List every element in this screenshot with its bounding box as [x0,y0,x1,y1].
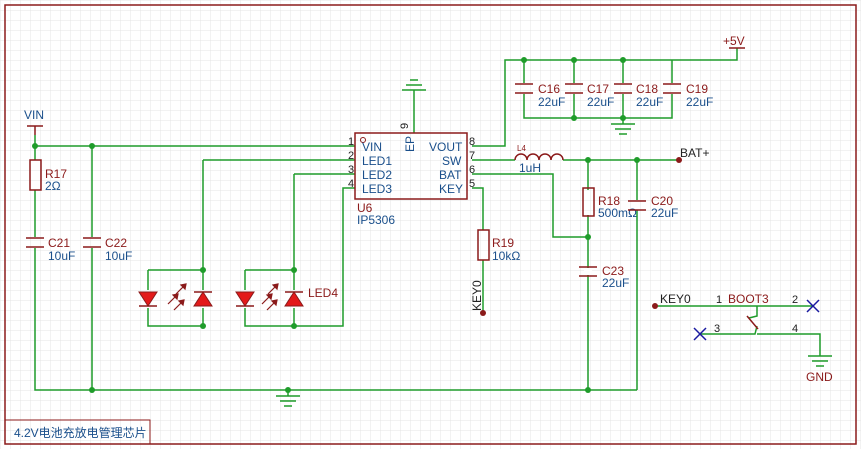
c16-ref: C16 [538,82,560,96]
pin-number: 7 [469,150,475,162]
pin-name: VIN [362,140,382,154]
r17-value: 2Ω [45,179,61,193]
c17-value: 22uF [587,95,614,109]
pin-number: 5 [469,178,475,190]
c17-ref: C17 [587,82,609,96]
vplus-label: +5V [723,34,745,48]
pin-number: 1 [348,136,354,148]
pin-number: 4 [348,178,354,190]
pin-number: 6 [469,164,475,176]
boot3-pin-4: 4 [792,323,798,335]
pin-number: 9 [399,123,411,129]
c21-value: 10uF [48,249,75,263]
r19-value: 10kΩ [492,249,520,263]
l4-ref: L4 [517,144,526,153]
pin-name: SW [442,154,462,168]
boot3-pin-2: 2 [792,294,798,306]
vin-label: VIN [24,108,44,122]
l4-value: 1uH [519,161,541,175]
c22-ref: C22 [105,236,127,250]
boot3-pin-1: 1 [716,294,722,306]
c22-value: 10uF [105,249,132,263]
pin-name: LED1 [362,154,392,168]
r18-value: 500mΩ [598,206,637,220]
c23-value: 22uF [602,276,629,290]
c19-ref: C19 [686,82,708,96]
pin-name: KEY [439,182,463,196]
boot3-ref: BOOT3 [728,292,769,306]
key0-label-left: KEY0 [660,292,691,306]
pin-name: EP [403,136,417,152]
c19-value: 22uF [686,95,713,109]
pin-name: LED3 [362,182,392,196]
c21-ref: C21 [48,236,70,250]
r19-ref: R19 [492,236,514,250]
c18-ref: C18 [636,82,658,96]
key0-net-port-left [652,303,658,309]
boot3-pin-3: 3 [714,323,720,335]
c23-gap [584,268,592,275]
c18-value: 22uF [636,95,663,109]
led4-ref: LED4 [308,286,338,300]
sheet-title: 4.2V电池充放电管理芯片 [14,425,147,440]
vplus-power-flag[interactable]: +5V [723,34,745,49]
ic-part-number: IP5306 [357,213,395,227]
pin-number: 3 [348,164,354,176]
pin-name: BAT [439,168,462,182]
bat-plus-label: BAT+ [680,146,709,160]
key0-label-vertical: KEY0 [470,280,484,311]
pin-name: VOUT [429,140,463,154]
pin-number: 8 [469,136,475,148]
grid-background [0,0,861,449]
gnd-label: GND [806,370,833,384]
schematic-sheet: 4.2V电池充放电管理芯片 VIN R17 2Ω C21 10uF C22 10… [0,0,861,449]
c20-value: 22uF [651,206,678,220]
key0-net-port-vertical[interactable]: KEY0 [470,280,486,316]
pin-name: LED2 [362,168,392,182]
pin-number: 2 [348,150,354,162]
c16-value: 22uF [538,95,565,109]
